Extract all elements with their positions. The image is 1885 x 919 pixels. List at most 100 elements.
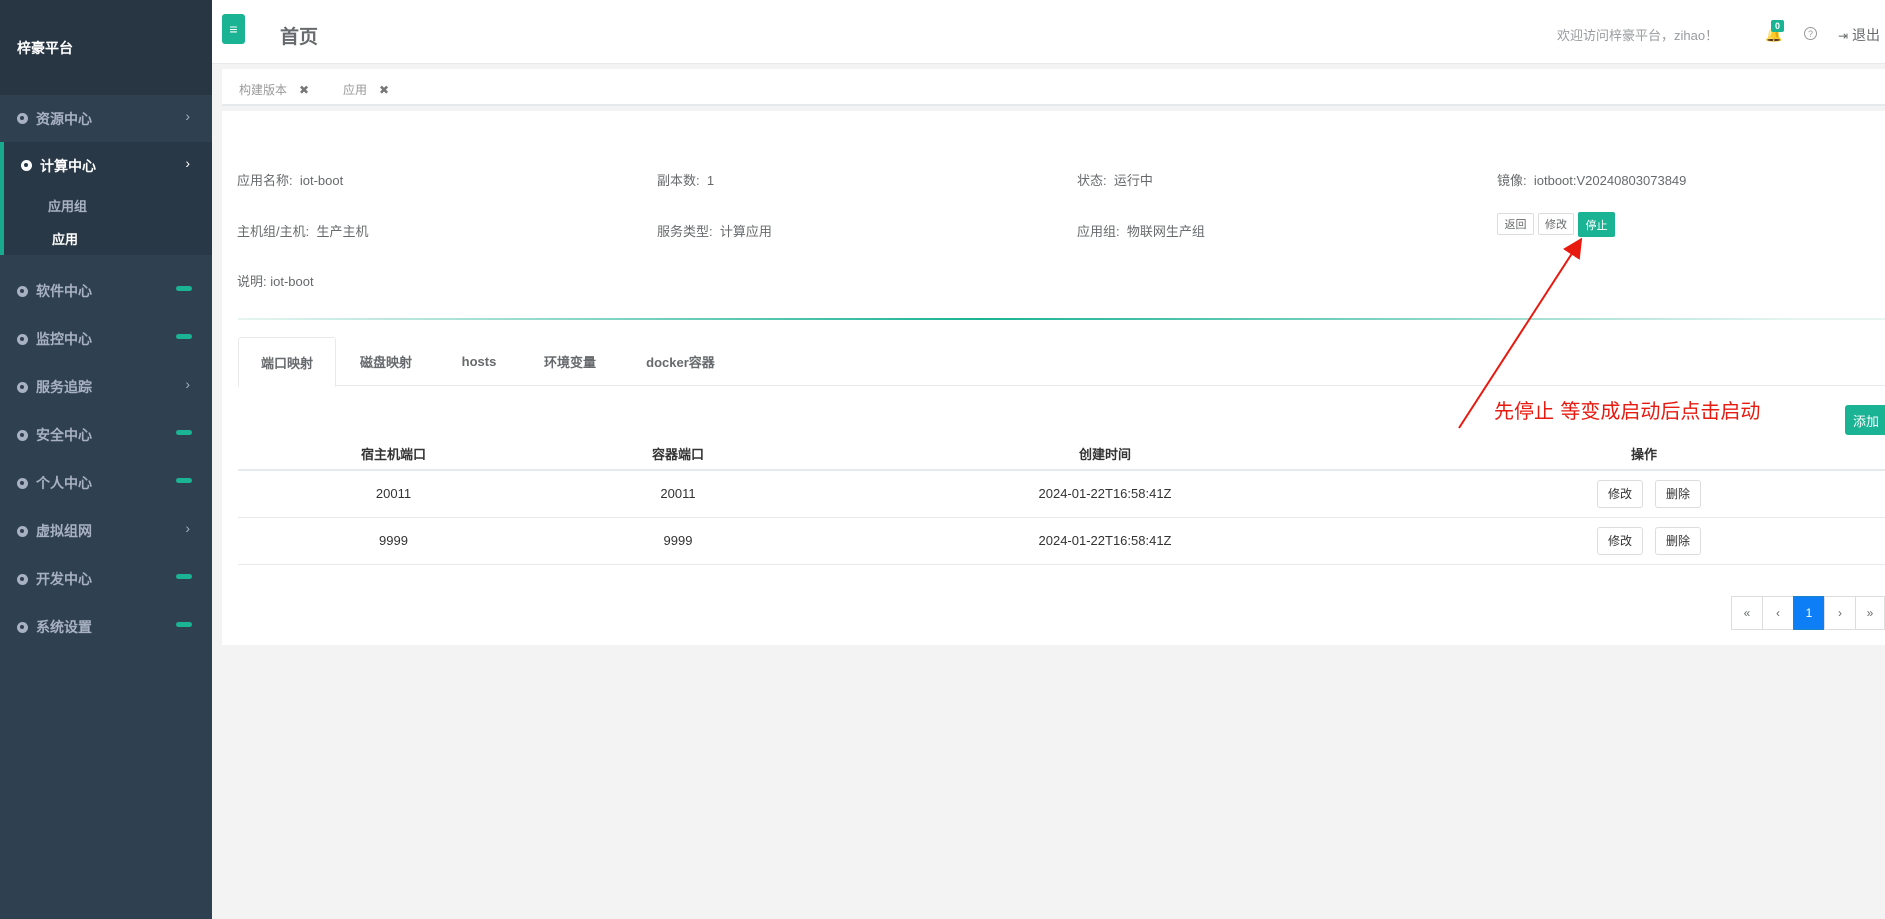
sidebar-item-settings[interactable]: 系统设置 <box>0 603 212 651</box>
sidebar-item-label: 虚拟组网 <box>36 523 92 539</box>
field-description: 说明: iot-boot <box>237 271 314 290</box>
row-delete-button[interactable]: 删除 <box>1655 479 1702 508</box>
row-delete-button[interactable]: 删除 <box>1655 526 1702 555</box>
page-tab-label: 应用 <box>343 83 368 97</box>
globe-icon <box>17 573 28 585</box>
field-label: 应用组: <box>1077 224 1120 239</box>
tab-env-vars[interactable]: 环境变量 <box>522 337 618 386</box>
pagination-page-current[interactable]: 1 <box>1793 596 1825 630</box>
field-label: 说明: <box>237 274 267 289</box>
new-badge <box>176 334 192 339</box>
sidebar-item-monitor[interactable]: 监控中心 <box>0 315 212 363</box>
field-value: iot-boot <box>299 173 344 188</box>
top-bar: ≡ 首页 欢迎访问梓豪平台，zihao！ 🔔 0 ? ⇥ 退出 <box>212 0 1885 64</box>
sidebar-subitem-app-group[interactable]: 应用组 <box>4 189 212 222</box>
logout-button[interactable]: ⇥ 退出 <box>1838 25 1880 45</box>
sidebar-item-vnet[interactable]: 虚拟组网 › <box>0 507 212 555</box>
pagination-prev[interactable]: ‹ <box>1762 596 1794 630</box>
tab-port-mapping[interactable]: 端口映射 <box>238 337 336 387</box>
column-header[interactable]: 宿主机端口 <box>238 437 549 471</box>
menu-toggle-button[interactable]: ≡ <box>222 14 245 44</box>
sidebar-item-label: 安全中心 <box>36 427 92 443</box>
help-icon[interactable]: ? <box>1804 27 1817 40</box>
field-service-type: 服务类型: 计算应用 <box>657 221 772 240</box>
sidebar-item-label: 开发中心 <box>36 571 92 587</box>
cell-created: 2024-01-22T16:58:41Z <box>807 470 1403 518</box>
stop-button[interactable]: 停止 <box>1578 212 1615 237</box>
field-value: 计算应用 <box>719 224 772 239</box>
new-badge <box>176 430 192 435</box>
row-edit-button[interactable]: 修改 <box>1596 479 1643 508</box>
field-label: 状态: <box>1077 173 1107 188</box>
chevron-right-icon: › <box>185 376 190 392</box>
field-label: 服务类型: <box>657 224 713 239</box>
close-icon[interactable]: ✖ <box>299 83 309 97</box>
sidebar-item-tracing[interactable]: 服务追踪 › <box>0 363 212 411</box>
globe-icon <box>17 285 28 297</box>
page-tab-build-version[interactable]: 构建版本 ✖ <box>239 81 309 98</box>
globe-icon <box>17 525 28 537</box>
tab-hosts[interactable]: hosts <box>436 337 522 386</box>
new-badge <box>176 286 192 291</box>
globe-icon <box>17 621 28 633</box>
cell-container-port: 20011 <box>549 470 807 518</box>
field-value: 生产主机 <box>316 224 369 239</box>
sidebar-subitem-app[interactable]: 应用 <box>4 222 212 255</box>
port-mapping-table: 宿主机端口 容器端口 创建时间 操作 20011 20011 2024-01-2… <box>238 437 1885 565</box>
tab-disk-mapping[interactable]: 磁盘映射 <box>336 337 436 386</box>
sign-out-icon: ⇥ <box>1838 29 1849 43</box>
edit-button[interactable]: 修改 <box>1538 213 1574 235</box>
cell-container-port: 9999 <box>549 517 807 565</box>
page-tab-app[interactable]: 应用 ✖ <box>343 81 389 98</box>
sidebar-item-label: 资源中心 <box>36 110 92 127</box>
table-row: 9999 9999 2024-01-22T16:58:41Z 修改 删除 <box>238 517 1885 565</box>
hamburger-icon: ≡ <box>229 21 238 37</box>
brand-title: 梓豪平台 <box>0 0 212 95</box>
field-replicas: 副本数: 1 <box>657 170 714 189</box>
back-button[interactable]: 返回 <box>1497 213 1534 235</box>
sidebar-item-label: 监控中心 <box>36 331 92 347</box>
globe-icon <box>17 477 28 489</box>
sidebar-item-label: 个人中心 <box>36 475 92 491</box>
close-icon[interactable]: ✖ <box>379 83 389 97</box>
sidebar-item-security[interactable]: 安全中心 <box>0 411 212 459</box>
globe-icon <box>17 429 28 441</box>
notification-badge: 0 <box>1771 20 1785 32</box>
sidebar-item-label: 计算中心 <box>40 157 96 174</box>
chevron-right-icon: › <box>185 155 190 171</box>
globe-icon <box>21 160 32 171</box>
tab-docker-containers[interactable]: docker容器 <box>618 337 743 386</box>
table-header-row: 宿主机端口 容器端口 创建时间 操作 <box>238 437 1885 471</box>
add-button[interactable]: 添加 <box>1845 405 1885 435</box>
pagination-last[interactable]: » <box>1855 596 1885 630</box>
column-header[interactable]: 容器端口 <box>549 437 807 471</box>
pagination-next[interactable]: › <box>1824 596 1856 630</box>
detail-tabs: 端口映射 磁盘映射 hosts 环境变量 docker容器 <box>238 337 1885 387</box>
welcome-text: 欢迎访问梓豪平台，zihao！ <box>1557 28 1719 43</box>
sidebar: 梓豪平台 资源中心 › 计算中心 › 应用组 应用 软件中心 监控中心 服务追踪… <box>0 0 212 919</box>
sidebar-item-resources[interactable]: 资源中心 › <box>0 95 212 142</box>
field-value: 物联网生产组 <box>1126 224 1205 239</box>
globe-icon <box>17 381 28 393</box>
sidebar-item-compute-header[interactable]: 计算中心 › <box>4 142 212 189</box>
page-title: 首页 <box>280 27 319 48</box>
logout-label: 退出 <box>1851 27 1880 43</box>
cell-actions: 修改 删除 <box>1403 517 1885 565</box>
sidebar-item-software[interactable]: 软件中心 <box>0 267 212 315</box>
field-label: 主机组/主机: <box>237 224 310 239</box>
field-label: 应用名称: <box>237 173 293 188</box>
app-detail-panel: 应用名称: iot-boot 副本数: 1 状态: 运行中 镜像: iotboo… <box>222 111 1885 645</box>
row-edit-button[interactable]: 修改 <box>1596 526 1643 555</box>
field-value: 运行中 <box>1113 173 1153 188</box>
field-image: 镜像: iotboot:V20240803073849 <box>1497 170 1686 189</box>
sidebar-item-personal[interactable]: 个人中心 <box>0 459 212 507</box>
sidebar-item-dev[interactable]: 开发中心 <box>0 555 212 603</box>
column-header[interactable]: 创建时间 <box>807 437 1403 471</box>
new-badge <box>176 622 192 627</box>
pagination-first[interactable]: « <box>1731 596 1763 630</box>
globe-icon <box>17 113 28 124</box>
annotation-text: 先停止 等变成启动后点击启动 <box>1494 399 1761 423</box>
sidebar-item-label: 软件中心 <box>36 283 92 299</box>
section-divider <box>238 318 1885 320</box>
field-value: iot-boot <box>270 274 314 289</box>
